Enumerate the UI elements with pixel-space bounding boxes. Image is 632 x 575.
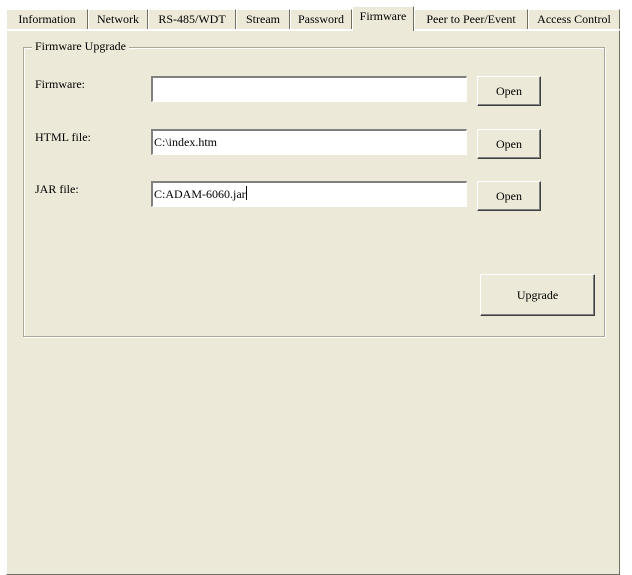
tab-password[interactable]: Password <box>290 9 352 29</box>
tab-information[interactable]: Information <box>6 9 88 29</box>
jar-file-input[interactable]: C:ADAM-6060.jar <box>151 181 467 207</box>
jar-file-open-button[interactable]: Open <box>477 181 541 211</box>
firmware-upgrade-group: Firmware Upgrade Firmware: Open HTML fil… <box>23 39 605 337</box>
upgrade-button[interactable]: Upgrade <box>480 274 595 316</box>
jar-file-label: JAR file: <box>35 182 79 196</box>
tab-strip: Information Network RS-485/WDT Stream Pa… <box>6 6 620 31</box>
firmware-path-input[interactable] <box>151 76 467 102</box>
jar-file-value: C:ADAM-6060.jar <box>154 187 246 201</box>
group-title: Firmware Upgrade <box>32 39 129 54</box>
html-file-input[interactable]: C:\index.htm <box>151 129 467 155</box>
tab-rs485-wdt[interactable]: RS-485/WDT <box>148 9 236 29</box>
firmware-panel: Firmware Upgrade Firmware: Open HTML fil… <box>6 30 620 575</box>
tab-access-control[interactable]: Access Control <box>528 9 620 29</box>
tab-peer-to-peer-event[interactable]: Peer to Peer/Event <box>414 9 528 29</box>
text-caret <box>245 186 247 200</box>
firmware-open-button[interactable]: Open <box>477 76 541 106</box>
html-file-open-button[interactable]: Open <box>477 129 541 159</box>
tab-network[interactable]: Network <box>88 9 148 29</box>
firmware-label: Firmware: <box>35 77 85 91</box>
tab-stream[interactable]: Stream <box>236 9 290 29</box>
tab-firmware[interactable]: Firmware <box>352 6 414 31</box>
html-file-label: HTML file: <box>35 130 91 144</box>
